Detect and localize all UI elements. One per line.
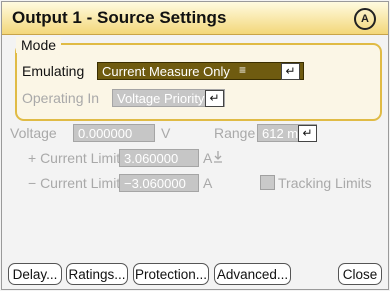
delay-button[interactable]: Delay... [8,263,62,285]
tracking-limits-label: Tracking Limits [278,175,372,191]
minus-current-limit-unit: A [203,175,213,191]
emulating-enter-icon[interactable]: ↵ [281,63,300,80]
advanced-button[interactable]: Advanced... [214,263,291,285]
voltage-label: Voltage [10,125,57,141]
plus-current-limit-label: + Current Limit [28,150,121,166]
operating-in-enter-icon[interactable]: ↵ [205,90,224,107]
minus-current-limit-input[interactable]: −3.060000 [119,174,199,192]
operating-in-value: Voltage Priority [117,91,205,106]
close-button[interactable]: Close [338,263,382,285]
ratings-button[interactable]: Ratings... [66,263,128,285]
range-enter-icon[interactable]: ↵ [298,125,317,142]
plus-current-limit-input[interactable]: 3.060000 [119,149,199,167]
tracking-limits-checkbox[interactable] [260,175,275,190]
source-settings-window: Output 1 - Source Settings A Mode Emulat… [1,1,389,290]
protection-button[interactable]: Protection... [133,263,209,285]
emulating-dropdown[interactable]: Current Measure Only [97,62,304,80]
minus-current-limit-value: −3.060000 [124,176,186,191]
operating-in-label: Operating In [22,90,100,106]
emulating-label: Emulating [22,63,85,79]
dropdown-icon[interactable]: ≡ [239,63,253,77]
voltage-unit: V [161,125,171,141]
plus-current-limit-unit: A [203,150,213,166]
voltage-input[interactable]: 0.000000 [73,124,155,142]
mode-group [15,43,382,121]
title-bar: Output 1 - Source Settings A [2,2,388,35]
range-label: Range [214,125,256,141]
current-limit-adjust-icon[interactable] [213,150,223,164]
minus-current-limit-label: − Current Limit [28,175,121,191]
mode-group-label: Mode [16,37,62,53]
emulating-value: Current Measure Only [102,64,230,79]
status-indicator-icon: A [354,8,376,30]
plus-current-limit-value: 3.060000 [124,151,179,166]
voltage-value: 0.000000 [78,126,133,141]
window-title: Output 1 - Source Settings [12,8,227,27]
